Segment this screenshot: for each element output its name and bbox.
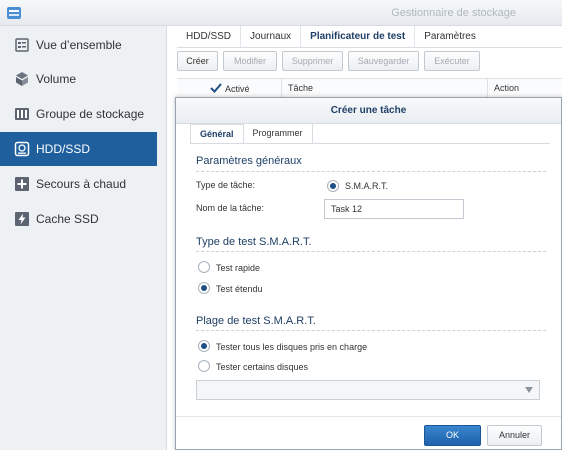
section-test-type-title: Type de test S.M.A.R.T. xyxy=(196,236,312,248)
ssd-cache-icon xyxy=(15,212,29,226)
quick-test-label: Test rapide xyxy=(216,263,261,273)
section-range-title: Plage de test S.M.A.R.T. xyxy=(196,315,316,327)
column-enabled[interactable]: Activé xyxy=(210,83,250,94)
sidebar-item-hot-spare[interactable]: Secours à chaud xyxy=(0,167,157,201)
sidebar-item-ssd-cache[interactable]: Cache SSD xyxy=(0,202,157,236)
tab-settings[interactable]: Paramètres xyxy=(415,26,485,48)
tab-hdd-ssd[interactable]: HDD/SSD xyxy=(177,26,242,48)
task-grid-header: Activé Tâche Action xyxy=(177,78,562,98)
all-disks-label: Tester tous les disques pris en charge xyxy=(216,342,368,352)
modify-button[interactable]: Modifier xyxy=(223,51,277,71)
window-titlebar: Gestionnaire de stockage xyxy=(0,0,562,26)
create-button[interactable]: Créer xyxy=(177,51,218,71)
dialog-title: Créer une tâche xyxy=(176,98,561,124)
quick-test-radio[interactable] xyxy=(198,261,210,273)
sidebar-item-storage-pool[interactable]: Groupe de stockage xyxy=(0,97,157,131)
extended-test-radio[interactable] xyxy=(198,282,210,294)
sidebar-item-label: Volume xyxy=(36,72,77,86)
dialog-tabs: Général Programmer xyxy=(190,124,313,143)
storage-manager-app-icon xyxy=(7,7,21,19)
tab-divider xyxy=(177,47,562,48)
some-disks-radio[interactable] xyxy=(198,360,210,372)
task-name-label: Nom de la tâche: xyxy=(196,203,265,213)
disk-select[interactable] xyxy=(196,380,540,400)
tab-logs[interactable]: Journaux xyxy=(241,26,302,48)
some-disks-label: Tester certains disques xyxy=(216,362,309,372)
section-general-title: Paramètres généraux xyxy=(196,155,302,167)
sidebar-item-label: HDD/SSD xyxy=(36,142,91,156)
hot-spare-icon xyxy=(15,177,29,191)
column-action[interactable]: Action xyxy=(494,83,519,93)
sidebar-item-label: Cache SSD xyxy=(36,212,99,226)
task-name-input[interactable] xyxy=(324,199,464,219)
column-enabled-label: Activé xyxy=(225,84,250,94)
sidebar-item-volume[interactable]: Volume xyxy=(0,62,157,96)
tab-general[interactable]: Général xyxy=(190,124,244,143)
toolbar: Créer Modifier Supprimer Sauvegarder Exé… xyxy=(177,51,480,71)
smart-type-radio[interactable] xyxy=(327,180,339,192)
cancel-button[interactable]: Annuler xyxy=(487,425,542,446)
checkmark-icon xyxy=(210,83,222,93)
dialog-tab-divider xyxy=(190,143,550,144)
section-divider xyxy=(196,251,546,252)
sidebar-item-hdd-ssd[interactable]: HDD/SSD xyxy=(0,132,157,166)
storage-pool-icon xyxy=(15,108,29,120)
section-divider xyxy=(196,330,546,331)
extended-test-label: Test étendu xyxy=(216,284,263,294)
section-divider xyxy=(196,171,546,172)
save-button[interactable]: Sauvegarder xyxy=(348,51,419,71)
column-task[interactable]: Tâche xyxy=(288,83,313,93)
column-separator xyxy=(281,79,282,97)
create-task-dialog: Créer une tâche Général Programmer Param… xyxy=(175,97,562,450)
tab-test-scheduler[interactable]: Planificateur de test xyxy=(301,26,416,48)
column-separator xyxy=(487,79,488,97)
ok-button[interactable]: OK xyxy=(424,425,481,446)
sidebar-item-label: Vue d’ensemble xyxy=(36,38,122,52)
tab-schedule[interactable]: Programmer xyxy=(244,124,313,143)
hdd-icon xyxy=(14,141,30,157)
sidebar: Vue d’ensemble Volume Groupe de stockage… xyxy=(0,26,167,450)
overview-icon xyxy=(15,38,29,52)
sidebar-item-label: Secours à chaud xyxy=(36,177,127,191)
chevron-down-icon xyxy=(525,387,533,393)
main-tabs: HDD/SSD Journaux Planificateur de test P… xyxy=(177,26,485,48)
execute-button[interactable]: Exécuter xyxy=(424,51,480,71)
window-title: Gestionnaire de stockage xyxy=(391,7,516,19)
volume-icon xyxy=(16,72,28,86)
dialog-footer-divider xyxy=(176,416,561,417)
task-type-label: Type de tâche: xyxy=(196,180,256,190)
smart-type-label: S.M.A.R.T. xyxy=(345,181,389,191)
delete-button[interactable]: Supprimer xyxy=(282,51,343,71)
sidebar-item-label: Groupe de stockage xyxy=(36,107,145,121)
sidebar-item-overview[interactable]: Vue d’ensemble xyxy=(0,28,157,62)
all-disks-radio[interactable] xyxy=(198,340,210,352)
